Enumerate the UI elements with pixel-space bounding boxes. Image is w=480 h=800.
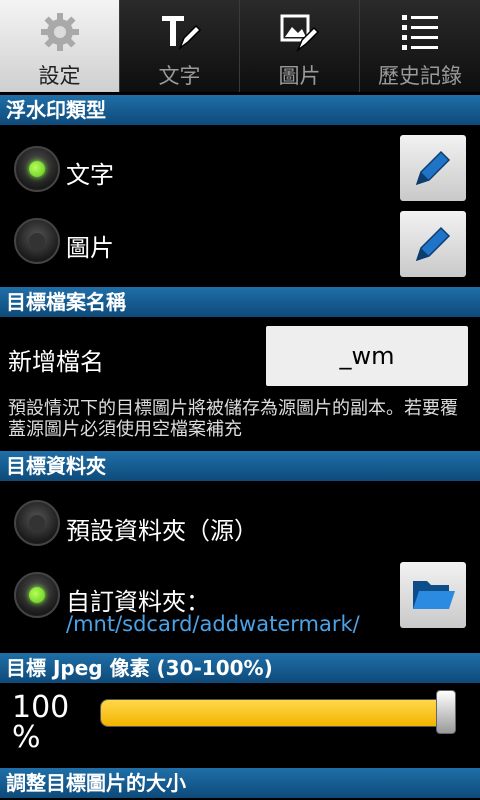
- folder-icon: [413, 581, 455, 609]
- edit-image-button[interactable]: [400, 211, 466, 277]
- edit-text-button[interactable]: [400, 135, 466, 201]
- quality-value: 100 %: [12, 693, 69, 753]
- tab-settings-label: 設定: [38, 64, 81, 88]
- filename-description: 預設情況下的目標圖片將被儲存為源圖片的副本。若要覆蓋源圖片必須使用空檔案補充: [8, 398, 458, 440]
- section-header-jpeg-quality: 目標 Jpeg 像素 (30-100%): [0, 653, 480, 683]
- section-header-watermark-type: 浮水印類型: [0, 95, 480, 125]
- radio-image-label: 圖片: [66, 234, 114, 262]
- quality-slider[interactable]: [100, 699, 456, 727]
- section-header-target-filename: 目標檔案名稱: [0, 287, 480, 317]
- tab-history[interactable]: 歷史記錄: [360, 0, 480, 92]
- tab-text-label: 文字: [158, 64, 201, 88]
- default-folder-label: 預設資料夾（源）: [66, 517, 258, 545]
- radio-default-folder[interactable]: [14, 500, 60, 546]
- tab-text[interactable]: 文字: [120, 0, 240, 92]
- custom-folder-path: /mnt/sdcard/addwatermark/: [66, 612, 360, 636]
- quality-value-text: 100 %: [12, 690, 70, 755]
- image-pen-icon: [280, 14, 320, 53]
- pencil-icon: [415, 226, 451, 262]
- tab-image[interactable]: 圖片: [240, 0, 360, 92]
- filename-suffix-input[interactable]: _wm: [266, 326, 468, 386]
- pencil-icon: [415, 150, 451, 186]
- tab-bar: 設定 文字 圖片 歷史記錄: [0, 0, 480, 92]
- tab-image-label: 圖片: [278, 64, 321, 88]
- radio-text[interactable]: [14, 146, 60, 192]
- filename-label: 新增檔名: [8, 348, 104, 376]
- section-header-resize: 調整目標圖片的大小: [0, 768, 480, 798]
- radio-image[interactable]: [14, 218, 60, 264]
- tab-settings[interactable]: 設定: [0, 0, 120, 92]
- quality-slider-thumb[interactable]: [436, 690, 456, 734]
- section-header-target-folder: 目標資料夾: [0, 451, 480, 481]
- radio-custom-folder[interactable]: [14, 572, 60, 618]
- list-icon: [402, 15, 438, 50]
- gear-icon: [41, 13, 79, 51]
- choose-folder-button[interactable]: [400, 562, 466, 628]
- quality-slider-fill: [101, 700, 455, 726]
- tab-history-label: 歷史記錄: [378, 64, 462, 88]
- radio-text-label: 文字: [66, 161, 114, 189]
- text-pen-icon: [162, 16, 202, 51]
